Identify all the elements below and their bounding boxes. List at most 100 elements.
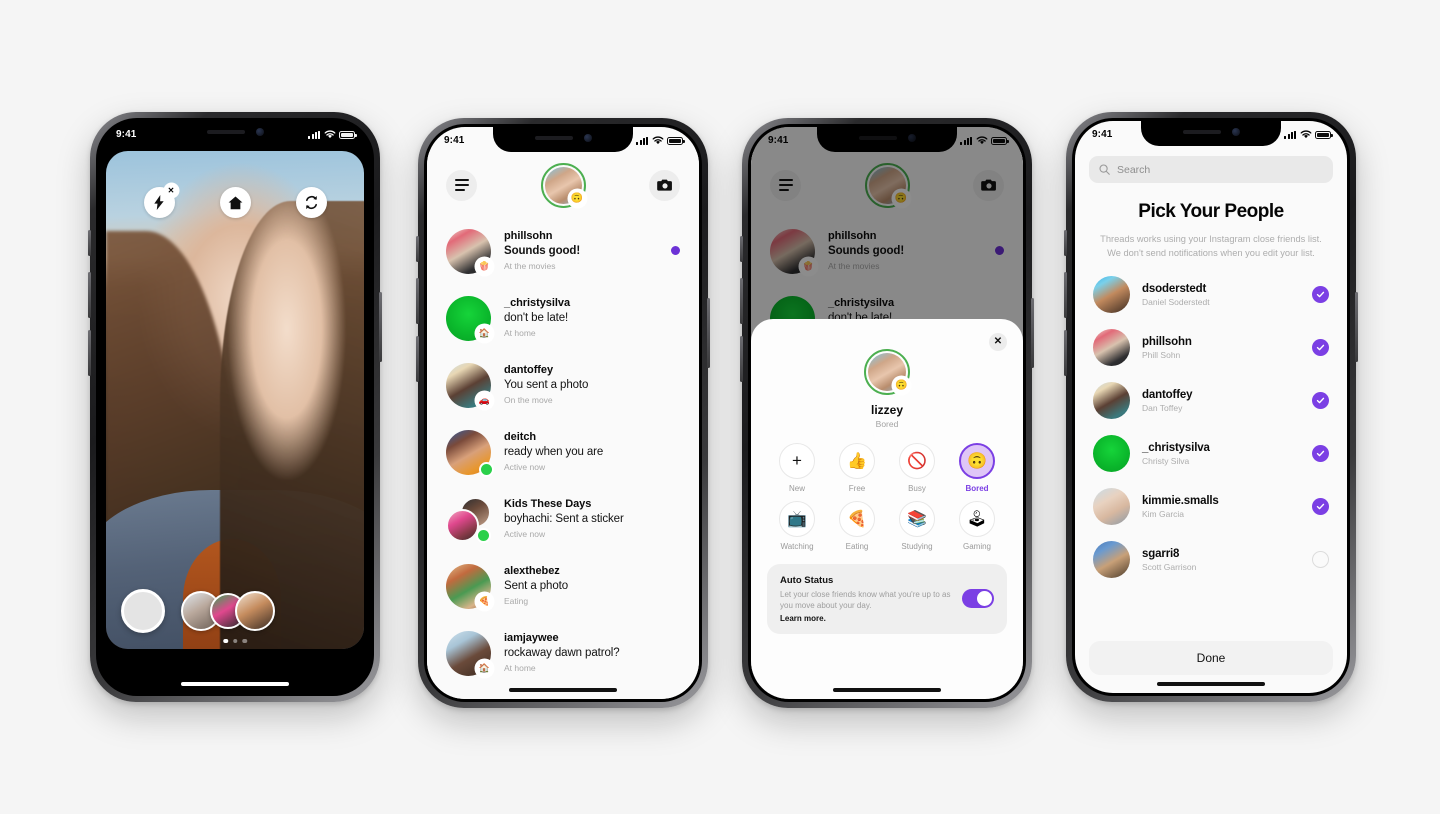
person-selected-checkbox[interactable] <box>1312 498 1329 516</box>
inbox-header: 🙃 <box>427 152 699 218</box>
online-indicator <box>481 464 492 475</box>
done-button[interactable]: Done <box>1089 641 1333 675</box>
status-emoji: 🏠 <box>478 328 491 338</box>
phone3-status-bar: 9:41 <box>751 127 1023 152</box>
person-fullname: Daniel Soderstedt <box>1142 297 1210 307</box>
conversation-row[interactable]: deitch ready when you are Active now <box>427 419 699 486</box>
person-selected-checkbox[interactable] <box>1312 445 1329 463</box>
menu-button[interactable] <box>446 169 477 201</box>
recipient-avatar[interactable] <box>235 591 275 631</box>
status-option-new[interactable]: + New <box>767 443 827 493</box>
camera-page-dots <box>223 638 247 643</box>
search-bar[interactable]: Search <box>1089 156 1333 183</box>
earpiece-speaker <box>206 130 245 134</box>
contact-avatar[interactable]: 🏠 <box>446 296 493 342</box>
conversation-list[interactable]: 🍿 phillsohn Sounds good! At the movies 🏠 _chr… <box>427 218 699 699</box>
home-indicator[interactable] <box>833 688 941 692</box>
status-option-gaming[interactable]: 🕹 Gaming <box>947 501 1007 551</box>
conversation-row[interactable]: Kids These Days boyhachi: Sent a sticker A… <box>427 486 699 553</box>
person-row[interactable]: phillsohn Phill Sohn <box>1089 321 1333 374</box>
home-indicator[interactable] <box>181 682 289 686</box>
conversation-row[interactable]: 🍿 phillsohn Sounds good! At the movies <box>427 218 699 285</box>
page-title: Pick Your People <box>1138 201 1284 222</box>
camera-button[interactable] <box>649 169 680 201</box>
status-emoji: 🍿 <box>478 261 491 271</box>
status-time: 9:41 <box>768 135 789 146</box>
phone2-volume-up <box>416 278 419 324</box>
person-row[interactable]: kimmie.smalls Kim Garcia <box>1089 480 1333 533</box>
home-button[interactable] <box>219 187 251 218</box>
status-emoji-badge: 🍿 <box>476 258 493 275</box>
flash-off-button[interactable]: ✕ <box>143 184 178 218</box>
status-option-icon: 📺 <box>779 501 815 537</box>
status-emoji: 🙃 <box>570 192 584 204</box>
status-emoji-badge: 🚗 <box>476 392 493 409</box>
person-selected-checkbox[interactable] <box>1312 339 1329 357</box>
camera-viewfinder[interactable] <box>106 151 364 649</box>
group-avatar <box>446 497 491 542</box>
conversation-row[interactable]: 🏠 iamjaywee rockaway dawn patrol? At home <box>427 620 699 687</box>
check-icon <box>1316 503 1325 510</box>
shutter-button[interactable] <box>121 589 165 633</box>
phone-pick-people: 9:41 Search Pick Your People Threads wor… <box>1064 112 1358 702</box>
person-selected-checkbox[interactable] <box>1312 286 1329 304</box>
status-option-watching[interactable]: 📺 Watching <box>767 501 827 551</box>
person-row[interactable]: sgarri8 Scott Garrison <box>1089 533 1333 586</box>
conversation-preview: rockaway dawn patrol? <box>504 646 620 659</box>
person-username: kimmie.smalls <box>1142 494 1219 507</box>
conversation-row[interactable]: 🏠 _christysilva don't be late! At home <box>427 285 699 352</box>
person-row[interactable]: dsoderstedt Daniel Soderstedt <box>1089 268 1333 321</box>
status-option-label: Free <box>848 484 866 493</box>
phone2-power-button <box>707 298 710 368</box>
battery-icon <box>1315 130 1333 139</box>
close-button[interactable]: ✕ <box>989 333 1007 351</box>
page-dot[interactable] <box>242 638 247 643</box>
phone-inbox: 9:41 🙃 🍿 phillsohn Sounds good! At the m… <box>416 118 710 708</box>
conversation-status: Active now <box>504 528 546 539</box>
auto-status-card: Auto Status Let your close friends know … <box>767 564 1007 634</box>
status-sheet: ✕ 🙃 lizzey Bored + New 👍 Free 🚫 Busy 🙃 Bored 📺 Wa… <box>751 319 1023 699</box>
conversation-row[interactable]: 🍕 alexthebez Sent a photo Eating <box>427 553 699 620</box>
home-indicator[interactable] <box>509 688 617 692</box>
wifi-icon <box>324 130 335 139</box>
people-list[interactable]: dsoderstedt Daniel Soderstedt phillsohn Phi… <box>1089 268 1333 586</box>
conversation-preview: Sounds good! <box>504 244 581 257</box>
person-selected-checkbox[interactable] <box>1312 392 1329 410</box>
contact-avatar[interactable] <box>446 430 492 475</box>
person-username: _christysilva <box>1142 441 1210 454</box>
contact-avatar[interactable]: 🚗 <box>446 363 493 409</box>
front-camera-icon <box>583 134 592 142</box>
conversation-preview: ready when you are <box>504 445 604 458</box>
status-option-bored[interactable]: 🙃 Bored <box>947 443 1007 493</box>
page-dot[interactable] <box>232 638 238 643</box>
status-option-eating[interactable]: 🍕 Eating <box>827 501 887 551</box>
toggle-knob <box>977 591 992 607</box>
learn-more-link[interactable]: Learn more. <box>780 614 954 623</box>
done-label: Done <box>1196 651 1226 665</box>
conversation-row[interactable]: 🚗 dantoffey You sent a photo On the move <box>427 352 699 419</box>
status-option-studying[interactable]: 📚 Studying <box>887 501 947 551</box>
person-row[interactable]: _christysilva Christy Silva <box>1089 427 1333 480</box>
person-row[interactable]: dantoffey Dan Toffey <box>1089 374 1333 427</box>
my-avatar[interactable]: 🙃 <box>540 162 586 208</box>
contact-avatar[interactable]: 🍕 <box>446 564 493 610</box>
person-avatar <box>1093 541 1130 579</box>
home-indicator[interactable] <box>1157 682 1265 686</box>
status-emoji-badge: 🏠 <box>476 660 493 677</box>
conversation-preview: don't be late! <box>504 311 569 324</box>
status-option-label: Eating <box>845 542 869 551</box>
status-option-busy[interactable]: 🚫 Busy <box>887 443 947 493</box>
page-dot[interactable] <box>223 638 228 643</box>
status-option-free[interactable]: 👍 Free <box>827 443 887 493</box>
auto-status-toggle[interactable] <box>962 589 994 609</box>
contact-avatar[interactable]: 🍿 <box>446 229 493 275</box>
cellular-signal-icon <box>960 136 972 145</box>
person-unselected-checkbox[interactable] <box>1312 551 1329 569</box>
profile-current-status: Bored <box>875 419 899 429</box>
contact-avatar[interactable]: 🏠 <box>446 631 493 677</box>
status-option-icon: 🕹 <box>959 501 995 537</box>
sheet-avatar[interactable]: 🙃 <box>864 349 910 395</box>
flip-camera-button[interactable] <box>295 187 327 218</box>
battery-icon <box>339 130 357 139</box>
page-description: Threads works using your Instagram close… <box>1100 234 1322 259</box>
